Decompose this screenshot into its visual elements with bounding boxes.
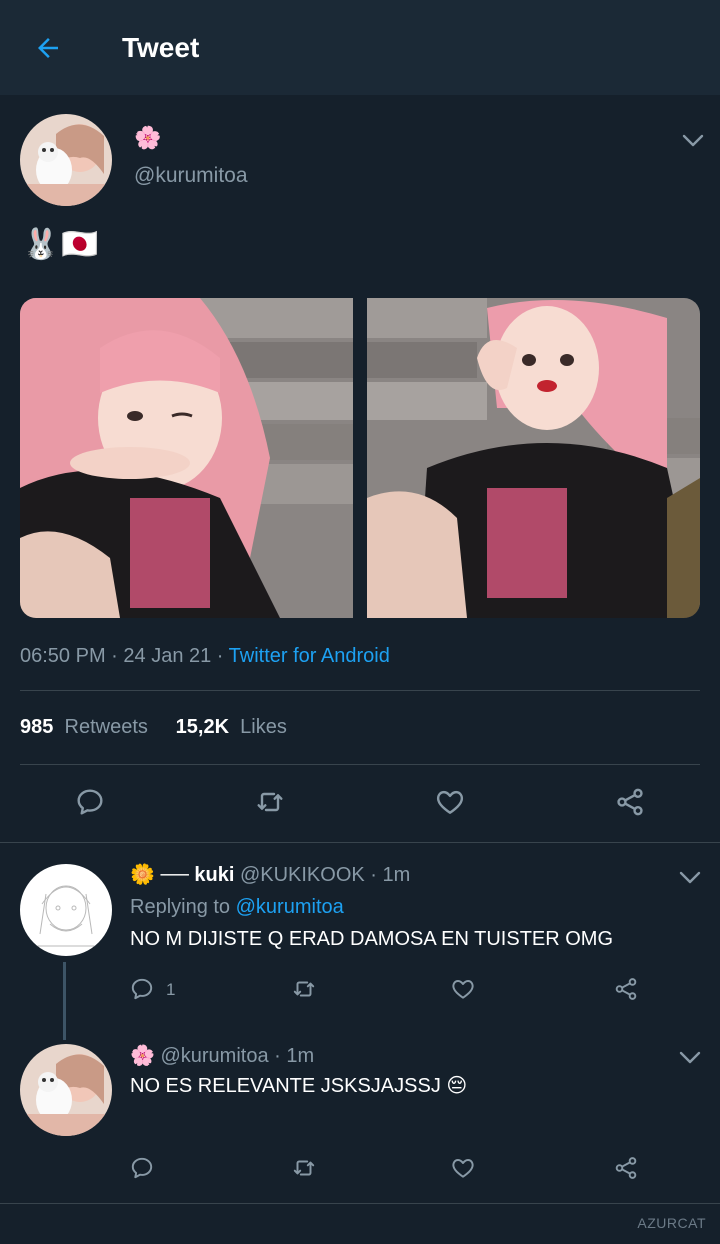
divider	[20, 764, 700, 765]
retweet-button[interactable]	[284, 969, 324, 1009]
tweet-date: 24 Jan 21	[123, 645, 212, 667]
likes-label: Likes	[240, 716, 287, 738]
page-title: Tweet	[122, 32, 200, 63]
replying-to-mention[interactable]: @kurumitoa	[236, 896, 344, 918]
reply-icon	[131, 978, 153, 1000]
reply-time: · 1m	[274, 1045, 315, 1067]
likes-count: 15,2K	[175, 716, 230, 738]
likes-stat[interactable]: 15,2K Likes	[176, 716, 287, 738]
author-name[interactable]: 🌸	[134, 127, 161, 149]
reply-button[interactable]	[122, 1148, 162, 1188]
reply-time: · 1m	[370, 864, 411, 886]
divider	[0, 842, 720, 843]
reply-header: 🌼 ── kuki @KUKIKOOK · 1m	[130, 862, 410, 887]
retweets-stat[interactable]: 985 Retweets	[20, 716, 148, 738]
tweet-time: 06:50 PM	[20, 645, 106, 667]
thread-connector	[63, 962, 66, 1040]
reply-text: NO M DIJISTE Q ERAD DAMOSA EN TUISTER OM…	[130, 928, 614, 950]
reply-icon	[131, 1157, 153, 1179]
watermark: AZURCAT	[637, 1215, 706, 1231]
reply-text: NO ES RELEVANTE JSKSJAJSSJ 😔	[130, 1075, 468, 1097]
author-avatar[interactable]	[20, 114, 112, 206]
retweets-count: 985	[20, 716, 54, 738]
share-button[interactable]	[610, 782, 650, 822]
reply-count: 1	[166, 980, 176, 999]
meta-separator: ·	[105, 645, 124, 667]
tweet-photo-1[interactable]	[20, 298, 353, 618]
reply-icon	[77, 789, 103, 815]
reply-author-handle[interactable]: @KUKIKOOK	[240, 864, 365, 886]
divider	[20, 690, 700, 691]
retweet-button[interactable]	[250, 782, 290, 822]
reply-avatar[interactable]	[20, 864, 112, 956]
reply-button[interactable]	[122, 969, 162, 1009]
share-icon	[615, 1157, 637, 1179]
replying-to: Replying to @kurumitoa	[130, 896, 344, 919]
retweet-icon	[257, 792, 283, 812]
reply-author-handle[interactable]: @kurumitoa	[160, 1045, 268, 1067]
back-button[interactable]	[30, 30, 66, 66]
tweet-source-link[interactable]: Twitter for Android	[229, 645, 390, 667]
retweet-button[interactable]	[284, 1148, 324, 1188]
chevron-down-icon[interactable]	[678, 1050, 702, 1066]
retweet-icon	[293, 1160, 315, 1176]
reply-author-prefix[interactable]: 🌼 ──	[130, 864, 194, 886]
like-icon	[452, 1159, 474, 1178]
like-icon	[436, 790, 464, 814]
divider	[0, 1203, 720, 1204]
reply-header: 🌸 @kurumitoa · 1m	[130, 1043, 314, 1068]
chevron-down-icon[interactable]	[678, 870, 702, 886]
share-button[interactable]	[606, 969, 646, 1009]
tweet-stats: 985 Retweets 15,2K Likes	[20, 716, 287, 739]
like-button[interactable]	[443, 1148, 483, 1188]
tweet-text: 🐰🇯🇵	[22, 228, 101, 261]
author-handle[interactable]: @kurumitoa	[134, 164, 248, 188]
like-icon	[452, 980, 474, 999]
reply-author-name[interactable]: kuki	[194, 864, 234, 886]
media-grid	[20, 298, 700, 618]
like-button[interactable]	[443, 969, 483, 1009]
like-button[interactable]	[430, 782, 470, 822]
tweet-photo-2[interactable]	[367, 298, 700, 618]
reply-author-prefix[interactable]: 🌸	[130, 1045, 155, 1067]
reply-avatar[interactable]	[20, 1044, 112, 1136]
reply-button[interactable]	[70, 782, 110, 822]
share-icon	[615, 978, 637, 1000]
chevron-down-icon[interactable]	[681, 133, 705, 149]
share-button[interactable]	[606, 1148, 646, 1188]
meta-separator: ·	[211, 645, 229, 667]
retweet-icon	[293, 981, 315, 997]
tweet-meta: 06:50 PM · 24 Jan 21 · Twitter for Andro…	[20, 645, 390, 668]
share-icon	[617, 788, 643, 816]
replying-to-label: Replying to	[130, 896, 231, 918]
back-arrow-icon	[38, 38, 58, 58]
retweets-label: Retweets	[64, 716, 148, 738]
app-bar: Tweet	[0, 0, 720, 95]
